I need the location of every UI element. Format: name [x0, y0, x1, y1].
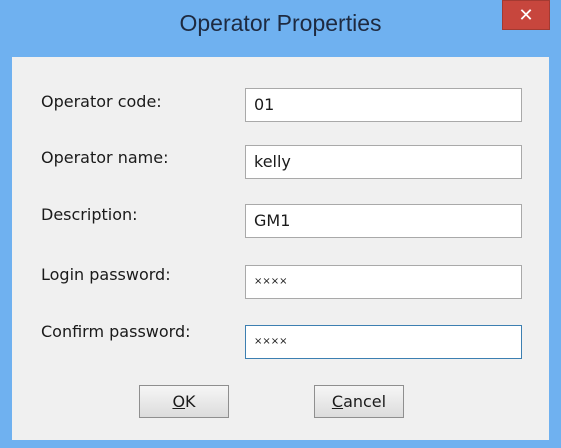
- window-frame-left: [0, 57, 12, 448]
- title-bar[interactable]: Operator Properties: [0, 0, 561, 57]
- window-frame-bottom: [0, 440, 561, 448]
- login-password-field[interactable]: ××××: [245, 265, 522, 299]
- confirm-password-field[interactable]: ××××: [245, 325, 522, 359]
- ok-button-mnemonic: O: [172, 392, 186, 411]
- window-frame-right: [549, 57, 561, 448]
- close-icon: ✕: [518, 4, 534, 25]
- close-button[interactable]: ✕: [502, 0, 550, 30]
- login-password-label: Login password:: [41, 265, 171, 284]
- description-field[interactable]: GM1: [245, 204, 522, 238]
- description-label: Description:: [41, 205, 138, 224]
- operator-name-label: Operator name:: [41, 148, 169, 167]
- operator-code-label: Operator code:: [41, 92, 162, 111]
- dialog-title: Operator Properties: [179, 10, 382, 36]
- confirm-password-label: Confirm password:: [41, 322, 191, 341]
- cancel-button-mnemonic: C: [331, 392, 344, 411]
- operator-code-field[interactable]: 01: [245, 88, 522, 122]
- cancel-button[interactable]: Cancel: [314, 385, 404, 418]
- operator-properties-dialog: Operator Properties ✕ Operator code: Ope…: [0, 0, 561, 448]
- ok-button-label: K: [185, 392, 196, 411]
- cancel-button-label: ancel: [343, 392, 387, 411]
- operator-name-field[interactable]: kelly: [245, 145, 522, 179]
- ok-button[interactable]: OK: [139, 385, 229, 418]
